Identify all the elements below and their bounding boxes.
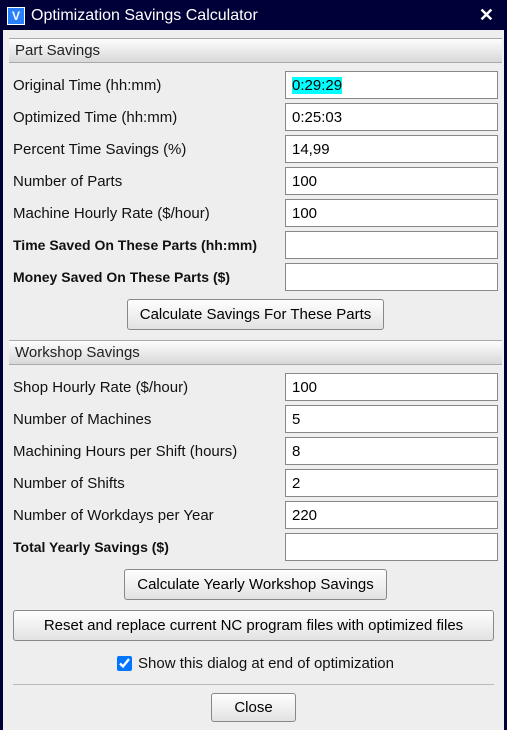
workshop-savings-group: Workshop Savings Shop Hourly Rate ($/hou… xyxy=(9,340,502,606)
money-saved-input[interactable] xyxy=(285,263,498,291)
machine-rate-input[interactable] xyxy=(285,199,498,227)
close-row: Close xyxy=(9,687,498,724)
shop-rate-input[interactable] xyxy=(285,373,498,401)
row-machine-rate: Machine Hourly Rate ($/hour) xyxy=(9,197,502,229)
row-percent-savings: Percent Time Savings (%) xyxy=(9,133,502,165)
row-workdays: Number of Workdays per Year xyxy=(9,499,502,531)
row-time-saved: Time Saved On These Parts (hh:mm) xyxy=(9,229,502,261)
num-shifts-input[interactable] xyxy=(285,469,498,497)
row-money-saved: Money Saved On These Parts ($) xyxy=(9,261,502,293)
close-icon[interactable]: ✕ xyxy=(475,5,498,26)
num-machines-label: Number of Machines xyxy=(13,411,285,428)
part-savings-group: Part Savings Original Time (hh:mm) 0:29:… xyxy=(9,38,502,336)
reset-row: Reset and replace current NC program fil… xyxy=(9,606,498,645)
calculate-part-savings-button[interactable]: Calculate Savings For These Parts xyxy=(127,299,385,330)
time-saved-input[interactable] xyxy=(285,231,498,259)
percent-savings-input[interactable] xyxy=(285,135,498,163)
calculate-workshop-savings-button[interactable]: Calculate Yearly Workshop Savings xyxy=(124,569,387,600)
close-button[interactable]: Close xyxy=(211,693,295,722)
show-dialog-label: Show this dialog at end of optimization xyxy=(138,655,394,672)
calc-part-row: Calculate Savings For These Parts xyxy=(9,293,502,336)
dialog-window: V Optimization Savings Calculator ✕ Part… xyxy=(0,0,507,700)
shop-rate-label: Shop Hourly Rate ($/hour) xyxy=(13,379,285,396)
workdays-input[interactable] xyxy=(285,501,498,529)
show-dialog-checkbox[interactable] xyxy=(117,656,132,671)
row-shop-rate: Shop Hourly Rate ($/hour) xyxy=(9,371,502,403)
row-hours-shift: Machining Hours per Shift (hours) xyxy=(9,435,502,467)
num-machines-input[interactable] xyxy=(285,405,498,433)
show-dialog-row: Show this dialog at end of optimization xyxy=(9,645,498,682)
num-parts-input[interactable] xyxy=(285,167,498,195)
row-num-machines: Number of Machines xyxy=(9,403,502,435)
original-time-label: Original Time (hh:mm) xyxy=(13,77,285,94)
window-title: Optimization Savings Calculator xyxy=(31,7,475,25)
app-icon: V xyxy=(7,7,25,25)
total-yearly-label: Total Yearly Savings ($) xyxy=(13,539,285,555)
row-optimized-time: Optimized Time (hh:mm) xyxy=(9,101,502,133)
percent-savings-label: Percent Time Savings (%) xyxy=(13,141,285,158)
reset-replace-button[interactable]: Reset and replace current NC program fil… xyxy=(13,610,494,641)
titlebar: V Optimization Savings Calculator ✕ xyxy=(3,3,504,30)
row-total-yearly: Total Yearly Savings ($) xyxy=(9,531,502,563)
content-area: Part Savings Original Time (hh:mm) 0:29:… xyxy=(3,30,504,730)
time-saved-label: Time Saved On These Parts (hh:mm) xyxy=(13,237,285,253)
total-yearly-input[interactable] xyxy=(285,533,498,561)
money-saved-label: Money Saved On These Parts ($) xyxy=(13,269,285,285)
optimized-time-label: Optimized Time (hh:mm) xyxy=(13,109,285,126)
machine-rate-label: Machine Hourly Rate ($/hour) xyxy=(13,205,285,222)
row-num-parts: Number of Parts xyxy=(9,165,502,197)
calc-workshop-row: Calculate Yearly Workshop Savings xyxy=(9,563,502,606)
workshop-savings-legend: Workshop Savings xyxy=(9,340,502,365)
hours-shift-label: Machining Hours per Shift (hours) xyxy=(13,443,285,460)
optimized-time-input[interactable] xyxy=(285,103,498,131)
hours-shift-input[interactable] xyxy=(285,437,498,465)
num-parts-label: Number of Parts xyxy=(13,173,285,190)
row-num-shifts: Number of Shifts xyxy=(9,467,502,499)
original-time-input[interactable]: 0:29:29 xyxy=(285,71,498,99)
row-original-time: Original Time (hh:mm) 0:29:29 xyxy=(9,69,502,101)
workdays-label: Number of Workdays per Year xyxy=(13,507,285,524)
num-shifts-label: Number of Shifts xyxy=(13,475,285,492)
separator xyxy=(13,684,494,685)
part-savings-legend: Part Savings xyxy=(9,38,502,63)
